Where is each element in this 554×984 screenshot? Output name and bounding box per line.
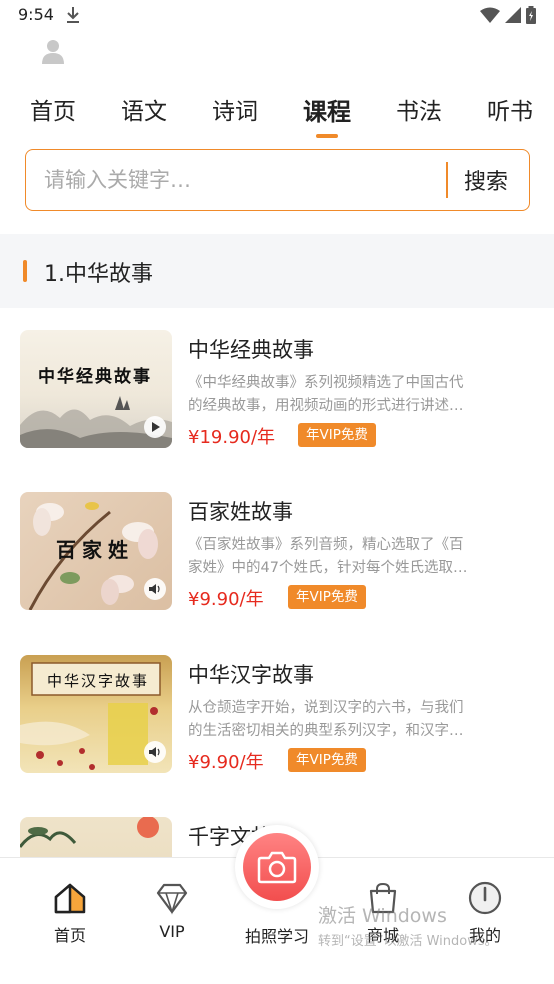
audio-icon	[144, 578, 166, 600]
user-avatar-icon[interactable]	[38, 36, 68, 66]
search-input[interactable]	[44, 164, 434, 196]
nav-label: 商城	[366, 926, 399, 945]
tab-calligraphy[interactable]: 书法	[396, 92, 442, 126]
section-title: 1.中华故事	[44, 262, 153, 287]
course-thumbnail: 中华汉字故事	[20, 655, 172, 773]
section-accent-bar	[23, 260, 27, 282]
course-item[interactable]: 百家姓 百家姓故事 《百家姓故事》系列音频，精心选取了《百 家姓》中的47个姓氏…	[0, 492, 554, 622]
tab-home[interactable]: 首页	[30, 92, 76, 126]
course-item[interactable]: 中华经典故事 中华经典故事 《中华经典故事》系列视频精选了中国古代 的经典故事，…	[0, 330, 554, 460]
home-icon	[54, 883, 86, 914]
thumb-title: 中华汉字故事	[47, 672, 150, 690]
course-thumbnail	[20, 817, 172, 857]
signal-icon	[505, 7, 521, 23]
tab-courses[interactable]: 课程	[303, 92, 351, 127]
camera-icon	[243, 833, 311, 901]
nav-label: 首页	[53, 926, 86, 945]
photo-learn-label: 拍照学习	[244, 927, 309, 946]
tab-poetry[interactable]: 诗词	[212, 92, 258, 126]
course-title: 中华汉字故事	[188, 663, 314, 687]
nav-label: 我的	[468, 926, 501, 945]
nav-vip[interactable]: VIP	[132, 880, 212, 941]
course-description: 《百家姓故事》系列音频，精心选取了《百 家姓》中的47个姓氏，针对每个姓氏选取…	[188, 537, 468, 576]
tab-chinese[interactable]: 语文	[121, 92, 167, 126]
nav-home[interactable]: 首页	[30, 880, 110, 946]
search-bar: 搜索	[25, 149, 530, 211]
course-description: 《中华经典故事》系列视频精选了中国古代 的经典故事，用视频动画的形式进行讲述…	[188, 375, 464, 414]
search-divider	[446, 162, 448, 198]
vip-free-badge: 年VIP免费	[288, 748, 366, 772]
active-tab-indicator	[316, 134, 338, 138]
search-button[interactable]: 搜索	[464, 164, 508, 196]
course-price: ¥19.90/年	[188, 427, 276, 448]
course-title: 中华经典故事	[188, 338, 314, 362]
nav-profile[interactable]: 我的	[445, 880, 525, 946]
course-description: 从仓颉造字开始，说到汉字的六书，与我们 的生活密切相关的典型系列汉字，和汉字…	[188, 700, 464, 739]
profile-icon	[468, 881, 502, 915]
course-price: ¥9.90/年	[188, 752, 264, 773]
course-thumbnail: 百家姓	[20, 492, 172, 610]
status-bar: 9:54	[0, 0, 554, 30]
course-thumbnail: 中华经典故事	[20, 330, 172, 448]
battery-icon	[526, 6, 536, 24]
shopping-bag-icon	[369, 882, 397, 914]
course-title: 百家姓故事	[188, 500, 293, 524]
tab-audiobooks[interactable]: 听书	[487, 92, 533, 126]
play-icon	[144, 416, 166, 438]
vip-free-badge: 年VIP免费	[298, 423, 376, 447]
diamond-icon	[156, 883, 188, 915]
download-icon	[67, 7, 79, 23]
photo-learn-button[interactable]	[235, 825, 319, 909]
thumb-title: 中华经典故事	[38, 367, 152, 387]
audio-icon	[144, 741, 166, 763]
nav-store[interactable]: 商城	[343, 880, 423, 946]
status-time: 9:54	[18, 5, 54, 24]
thumb-title: 百家姓	[56, 538, 134, 562]
category-tabs: 首页 语文 诗词 课程 书法 听书	[0, 92, 554, 140]
course-price: ¥9.90/年	[188, 589, 264, 610]
pine-sun-image	[20, 817, 159, 848]
section-header: 1.中华故事	[0, 234, 554, 308]
nav-label: VIP	[159, 922, 185, 941]
wifi-icon	[480, 7, 500, 23]
status-icons	[480, 6, 536, 24]
course-item[interactable]: 中华汉字故事 中华汉字故事 从仓颉造字开始，说到汉字的六书，与我们 的生活密切相…	[0, 655, 554, 785]
vip-free-badge: 年VIP免费	[288, 585, 366, 609]
